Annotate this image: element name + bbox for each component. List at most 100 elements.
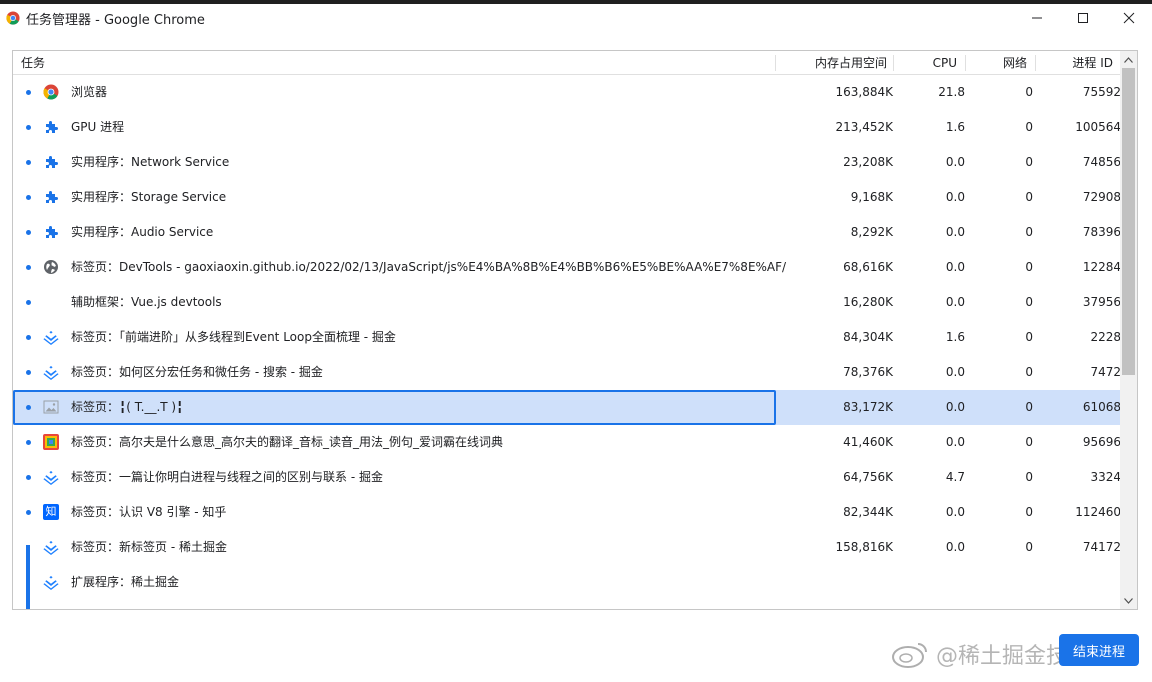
pid-cell: 100564: [1075, 120, 1121, 134]
close-icon: [1123, 12, 1135, 24]
end-process-button[interactable]: 结束进程: [1059, 634, 1139, 666]
cpu-cell: 0.0: [945, 540, 965, 554]
zhihu-icon: 知: [43, 504, 59, 520]
network-cell: 0: [1025, 540, 1033, 554]
juejin-icon: [43, 469, 59, 485]
memory-cell: 41,460K: [843, 435, 893, 449]
column-header-task[interactable]: 任务: [21, 51, 45, 75]
table-row[interactable]: 辅助框架：Vue.js devtools 16,280K 0.0 0 37956: [13, 285, 1121, 320]
pid-cell: 12284: [1082, 260, 1121, 274]
pid-cell: 2228: [1090, 330, 1121, 344]
cpu-cell: [903, 565, 965, 600]
task-name: 标签页：高尔夫是什么意思_高尔夫的翻译_音标_读音_用法_例句_爱词霸在线词典: [71, 435, 504, 449]
cpu-cell: 0.0: [945, 190, 965, 204]
memory-cell: [803, 565, 893, 600]
task-rows: 浏览器 163,884K 21.8 0 75592 GPU 进程 213,452K 1.6 0 1…: [13, 75, 1121, 609]
table-row[interactable]: 标签页：如何区分宏任务和微任务 - 搜索 - 掘金 78,376K 0.0 0 7472: [13, 355, 1121, 390]
table-row[interactable]: 标签页：DevTools - gaoxiaoxin.github.io/2022…: [13, 250, 1121, 285]
table-row[interactable]: 浏览器 163,884K 21.8 0 75592: [13, 75, 1121, 110]
column-header-network[interactable]: 网络: [973, 51, 1027, 75]
maximize-button[interactable]: [1060, 4, 1106, 32]
close-button[interactable]: [1106, 4, 1152, 32]
pid-cell: 112460: [1075, 505, 1121, 519]
cpu-cell: 0.0: [945, 400, 965, 414]
juejin-icon: [43, 329, 59, 345]
scroll-down-arrow[interactable]: [1120, 592, 1137, 609]
cpu-cell: 0.0: [945, 505, 965, 519]
cpu-cell: 0.0: [945, 260, 965, 274]
memory-cell: 213,452K: [835, 120, 894, 134]
table-row[interactable]: 扩展程序：稀土掘金: [13, 565, 1121, 600]
table-row[interactable]: 实用程序：Network Service 23,208K 0.0 0 74856: [13, 145, 1121, 180]
table-row[interactable]: 实用程序：Storage Service 9,168K 0.0 0 72908: [13, 180, 1121, 215]
row-bullet: [26, 125, 31, 130]
table-row[interactable]: 标签页：高尔夫是什么意思_高尔夫的翻译_音标_读音_用法_例句_爱词霸在线词典 4…: [13, 425, 1121, 460]
vertical-scrollbar[interactable]: [1120, 51, 1137, 609]
row-bullet: [26, 265, 31, 270]
row-bullet: [26, 90, 31, 95]
pid-cell: 78396: [1082, 225, 1121, 239]
task-name: 辅助框架：Vue.js devtools: [71, 295, 222, 309]
puzzle-icon: [43, 189, 59, 205]
pid-cell: 75592: [1082, 85, 1121, 99]
network-cell: [973, 565, 1033, 600]
chevron-up-icon: [1124, 56, 1133, 63]
pid-cell: 7472: [1090, 365, 1121, 379]
cpu-cell: 4.7: [945, 470, 965, 484]
task-name: 实用程序：Storage Service: [71, 190, 227, 204]
weibo-icon: [892, 643, 927, 668]
network-cell: 0: [1025, 260, 1033, 274]
column-header-memory[interactable]: 内存占用空间: [803, 51, 887, 75]
image-placeholder-icon: [43, 399, 59, 415]
row-bullet: [26, 440, 31, 445]
memory-cell: 158,816K: [835, 540, 894, 554]
chevron-down-icon: [1124, 597, 1133, 604]
table-row[interactable]: 知标签页：认识 V8 引擎 - 知乎 82,344K 0.0 0 112460: [13, 495, 1121, 530]
task-name: GPU 进程: [71, 120, 125, 134]
cpu-cell: 0.0: [945, 155, 965, 169]
pid-cell: 61068: [1082, 400, 1121, 414]
memory-cell: 64,756K: [843, 470, 893, 484]
maximize-icon: [1078, 13, 1088, 23]
scroll-up-arrow[interactable]: [1120, 51, 1137, 68]
pid-cell: 74856: [1082, 155, 1121, 169]
cpu-cell: 1.6: [945, 120, 965, 134]
network-cell: 0: [1025, 330, 1033, 344]
network-cell: 0: [1025, 470, 1033, 484]
column-header-cpu[interactable]: CPU: [903, 51, 957, 75]
process-group-bar: [26, 545, 30, 609]
puzzle-icon: [43, 119, 59, 135]
table-row[interactable]: 实用程序：Audio Service 8,292K 0.0 0 78396: [13, 215, 1121, 250]
table-row[interactable]: 标签页：新标签页 - 稀土掘金 158,816K 0.0 0 74172: [13, 530, 1121, 565]
row-bullet: [26, 195, 31, 200]
pid-cell: 95696: [1082, 435, 1121, 449]
cpu-cell: 1.6: [945, 330, 965, 344]
cpu-cell: 21.8: [938, 85, 965, 99]
pid-cell: 37956: [1082, 295, 1121, 309]
scrollbar-thumb[interactable]: [1122, 68, 1135, 375]
row-bullet: [26, 335, 31, 340]
table-row[interactable]: 标签页：一篇让你明白进程与线程之间的区别与联系 - 掘金 64,756K 4.7 0 3…: [13, 460, 1121, 495]
task-name: 标签页：「前端进阶」从多线程到Event Loop全面梳理 - 掘金: [71, 330, 396, 344]
network-cell: 0: [1025, 295, 1033, 309]
table-row[interactable]: 标签页：「前端进阶」从多线程到Event Loop全面梳理 - 掘金 84,304…: [13, 320, 1121, 355]
task-name: 标签页：新标签页 - 稀土掘金: [71, 540, 227, 554]
task-name: 标签页：认识 V8 引擎 - 知乎: [71, 505, 227, 519]
cpu-cell: 0.0: [945, 295, 965, 309]
column-header-pid[interactable]: 进程 ID: [1043, 51, 1113, 75]
task-name: 标签页：DevTools - gaoxiaoxin.github.io/2022…: [71, 260, 787, 274]
pid-cell: 3324: [1090, 470, 1121, 484]
table-row[interactable]: GPU 进程 213,452K 1.6 0 100564: [13, 110, 1121, 145]
chrome-icon: [6, 11, 20, 25]
memory-cell: 83,172K: [843, 400, 893, 414]
memory-cell: 23,208K: [843, 155, 893, 169]
table-row[interactable]: 标签页：╏( T.__.T )╏ 83,172K 0.0 0 61068: [13, 390, 1121, 425]
table-header: 任务 内存占用空间 CPU 网络 进程 ID: [13, 51, 1121, 75]
puzzle-icon: [43, 224, 59, 240]
task-name: 扩展程序：稀土掘金: [71, 575, 180, 589]
minimize-button[interactable]: [1014, 4, 1060, 32]
network-cell: 0: [1025, 85, 1033, 99]
row-bullet: [26, 300, 31, 305]
row-bullet: [26, 405, 31, 410]
row-bullet: [26, 510, 31, 515]
